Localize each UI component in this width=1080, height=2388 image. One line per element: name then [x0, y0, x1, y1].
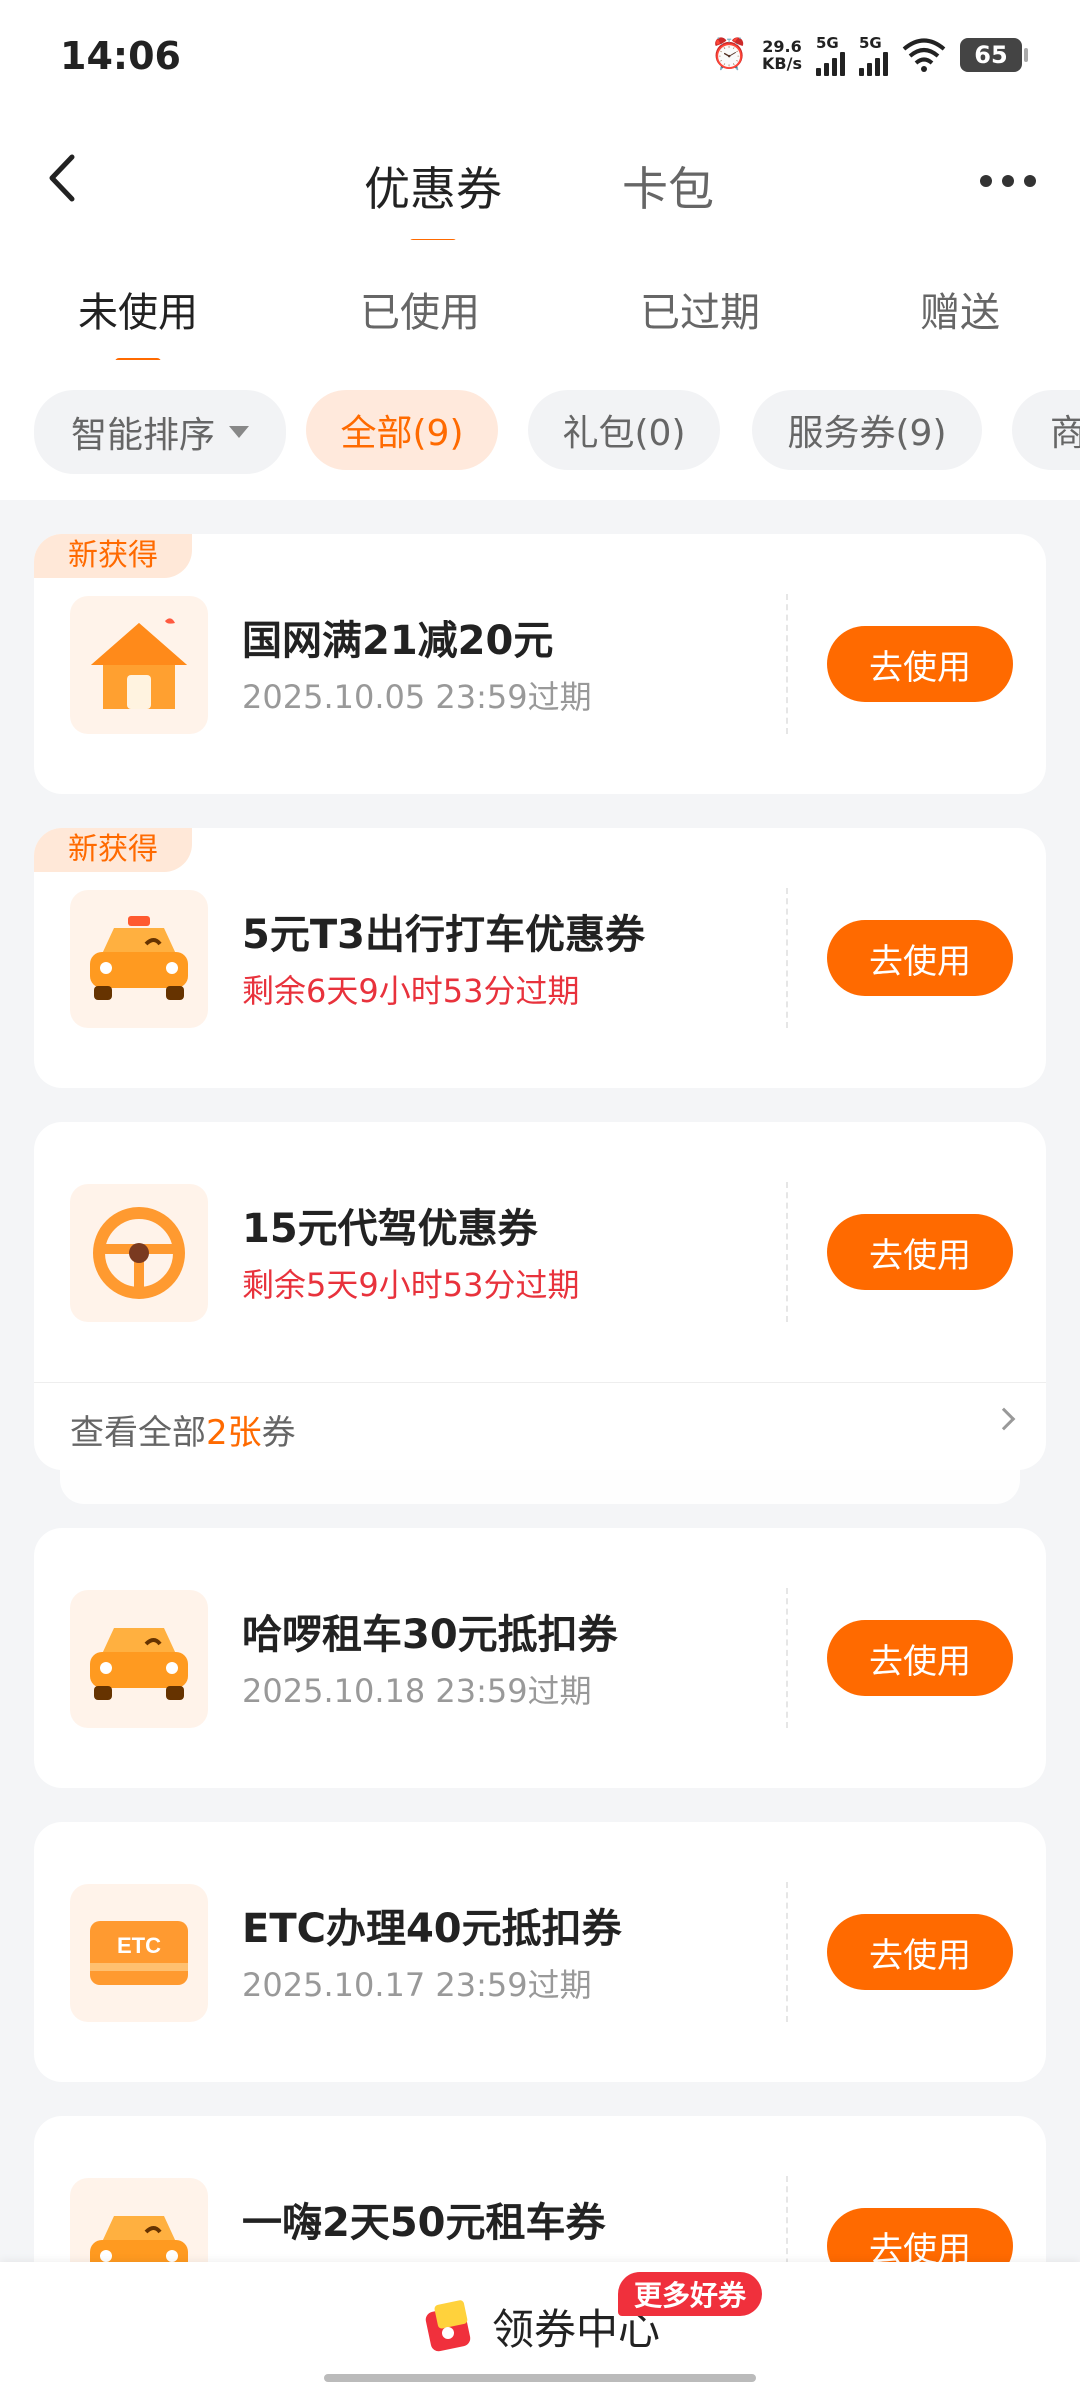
view-all-coupons-link[interactable]: 查看全部2张券: [34, 1382, 1046, 1470]
coupon-card[interactable]: 15元代驾优惠券 剩余5天9小时53分过期 去使用 查看全部2张券: [34, 1122, 1046, 1470]
filter-chip-service[interactable]: 服务券(9): [752, 390, 982, 470]
alarm-icon: ⏰: [710, 37, 749, 72]
use-coupon-button[interactable]: 去使用: [827, 1214, 1013, 1290]
coupon-card[interactable]: 新获得 国网满21减20元 2025.10.05 23:59过期 去使用: [34, 534, 1046, 794]
battery-icon: 65: [960, 38, 1028, 72]
net-speed-value: 29.6: [762, 37, 802, 56]
taxi-icon: [70, 890, 208, 1028]
divider: [786, 594, 788, 734]
signal-bars-icon: [859, 52, 888, 76]
signal-sim2: 5G: [859, 34, 888, 76]
filter-bar: 智能排序 全部(9) 礼包(0) 服务券(9) 商: [0, 360, 1080, 500]
view-all-count: 2张: [206, 1413, 262, 1453]
back-arrow-icon[interactable]: [40, 153, 90, 203]
subtab-label: 未使用: [78, 290, 198, 336]
sim2-label: 5G: [859, 34, 882, 52]
coupon-countdown: 剩余5天9小时53分过期: [242, 1266, 580, 1304]
net-speed-unit: KB/s: [762, 54, 802, 73]
coupon-expiry: 2025.10.18 23:59过期: [242, 1672, 592, 1710]
divider: [786, 1182, 788, 1322]
divider: [786, 888, 788, 1028]
chip-label: 服务券(9): [787, 413, 947, 454]
sort-dropdown[interactable]: 智能排序: [34, 390, 286, 474]
chip-label: 全部(9): [340, 413, 464, 454]
bottom-coupon-center-bar[interactable]: 领券中心 更多好券: [0, 2262, 1080, 2388]
view-all-text: 查看全部2张券: [70, 1405, 296, 1454]
car-icon: [70, 1590, 208, 1728]
use-coupon-button[interactable]: 去使用: [827, 626, 1013, 702]
status-icons: ⏰ 29.6 KB/s 5G 5G 65: [710, 34, 1028, 76]
wifi-icon: [902, 38, 946, 72]
tab-label: 卡包: [622, 162, 714, 216]
status-bar: 14:06 ⏰ 29.6 KB/s 5G 5G 65: [0, 0, 1080, 115]
coupon-title: 5元T3出行打车优惠券: [242, 912, 645, 958]
subtab-used[interactable]: 已使用: [360, 280, 480, 338]
chip-label: 商: [1050, 413, 1080, 454]
coupon-countdown: 剩余6天9小时53分过期: [242, 972, 580, 1010]
tab-card-wallet[interactable]: 卡包: [622, 153, 714, 219]
coupon-card[interactable]: 哈啰租车30元抵扣券 2025.10.18 23:59过期 去使用: [34, 1528, 1046, 1788]
coupon-center-icon: [425, 2299, 471, 2351]
coupon-expiry: 2025.10.17 23:59过期: [242, 1966, 592, 2004]
view-all-suffix: 券: [261, 1413, 296, 1453]
coupon-card[interactable]: 新获得 5元T3出行打车优惠券 剩余6天9小时53分过期 去使用: [34, 828, 1046, 1088]
house-icon: [70, 596, 208, 734]
signal-bars-icon: [816, 52, 845, 76]
net-speed: 29.6 KB/s: [762, 38, 802, 72]
subtab-gifted[interactable]: 赠送: [920, 280, 1000, 338]
sim1-label: 5G: [816, 34, 839, 52]
coupon-expiry: 2025.10.05 23:59过期: [242, 678, 592, 716]
use-coupon-button[interactable]: 去使用: [827, 1620, 1013, 1696]
more-coupons-badge: 更多好券: [618, 2272, 763, 2316]
use-coupon-button[interactable]: 去使用: [827, 920, 1013, 996]
status-tabs: 未使用 已使用 已过期 赠送: [0, 240, 1080, 366]
coupon-title: 15元代驾优惠券: [242, 1206, 538, 1252]
stacked-coupons-edge: [60, 1464, 1020, 1504]
coupon-title: 一嗨2天50元租车券: [242, 2200, 606, 2246]
signal-sim1: 5G: [816, 34, 845, 76]
etc-card-icon: ETC: [70, 1884, 208, 2022]
coupon-title: 哈啰租车30元抵扣券: [242, 1612, 618, 1658]
tab-coupons[interactable]: 优惠券: [364, 153, 502, 247]
battery-level: 65: [974, 41, 1008, 69]
new-badge: 新获得: [34, 534, 192, 578]
divider: [786, 1882, 788, 2022]
subtab-label: 赠送: [920, 290, 1000, 336]
chevron-right-icon: [992, 1407, 1016, 1431]
tab-label: 优惠券: [364, 162, 502, 216]
steering-wheel-icon: [70, 1184, 208, 1322]
subtab-label: 已使用: [360, 290, 480, 336]
more-options-icon[interactable]: [980, 175, 1036, 187]
coupon-title: ETC办理40元抵扣券: [242, 1906, 622, 1952]
subtab-label: 已过期: [640, 290, 760, 336]
use-coupon-button[interactable]: 去使用: [827, 1914, 1013, 1990]
filter-chip-goods[interactable]: 商: [1012, 390, 1080, 470]
svg-text:ETC: ETC: [117, 1933, 161, 1958]
subtab-unused[interactable]: 未使用: [78, 280, 198, 366]
nav-header: 优惠券 卡包: [0, 115, 1080, 247]
subtab-expired[interactable]: 已过期: [640, 280, 760, 338]
home-indicator: [324, 2374, 756, 2382]
sort-label: 智能排序: [70, 415, 215, 456]
new-badge: 新获得: [34, 828, 192, 872]
view-all-prefix: 查看全部: [70, 1413, 206, 1453]
filter-chip-gift-pack[interactable]: 礼包(0): [528, 390, 720, 470]
coupon-card[interactable]: ETC ETC办理40元抵扣券 2025.10.17 23:59过期 去使用: [34, 1822, 1046, 2082]
dropdown-caret-icon: [229, 426, 249, 438]
chip-label: 礼包(0): [562, 413, 686, 454]
filter-chip-all[interactable]: 全部(9): [306, 390, 498, 470]
divider: [786, 1588, 788, 1728]
status-time: 14:06: [60, 34, 181, 78]
coupon-title: 国网满21减20元: [242, 618, 554, 664]
